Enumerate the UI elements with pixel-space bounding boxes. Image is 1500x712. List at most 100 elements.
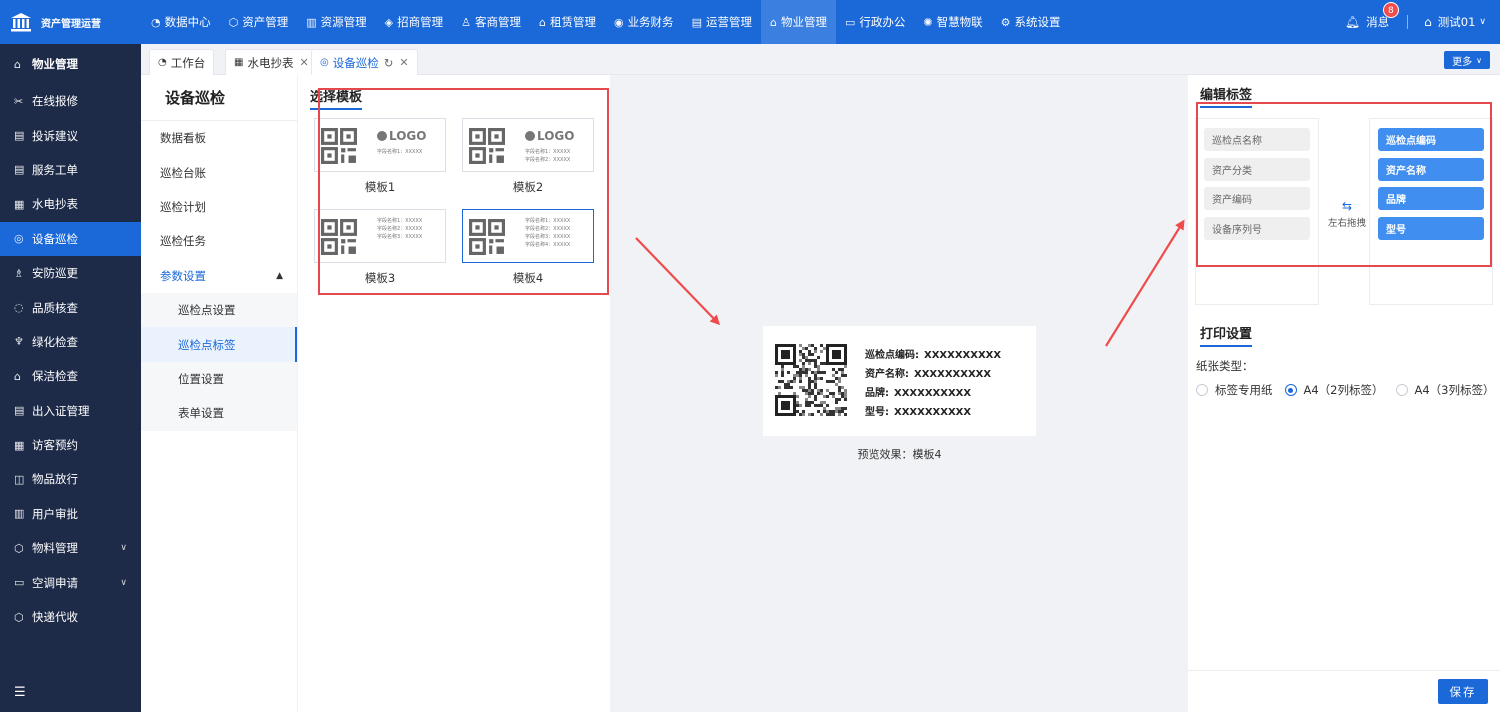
radio-button[interactable] [1395, 384, 1408, 396]
submenu-group[interactable]: 参数设置 ▲ [141, 259, 297, 293]
sidebar-item-icon: ▥ [14, 507, 25, 521]
drag-hint: ⇆ 左右拖拽 [1325, 199, 1369, 229]
radio-button[interactable] [1284, 384, 1297, 396]
messages-button[interactable]: 🔔︎ 消息 8 [1345, 2, 1399, 30]
more-tabs-button[interactable]: 更多 ∨ [1444, 51, 1490, 69]
selected-tag[interactable]: 型号 [1378, 217, 1484, 241]
topnav-item-label: 业务财务 [627, 15, 674, 29]
bank-icon: ⌂ [1424, 15, 1432, 29]
sidebar-item-10[interactable]: ▦ 访客预约 [0, 428, 141, 462]
sidebar-title[interactable]: ⌂ 物业管理 [0, 44, 141, 84]
sidebar-item-4[interactable]: ◎ 设备巡检 [0, 221, 141, 256]
topnav-item-7[interactable]: ▤ 运营管理 [683, 0, 761, 44]
edit-tags-title: 编辑标签 [1200, 84, 1253, 108]
available-tag[interactable]: 设备序列号 [1204, 217, 1310, 241]
submenu-subitem-0[interactable]: 巡检点设置 [141, 292, 297, 328]
refresh-icon[interactable]: ↻ [384, 56, 394, 70]
paper-option-0[interactable]: 标签专用纸 [1196, 382, 1273, 398]
qr-code-icon [469, 219, 505, 255]
template-card-1[interactable]: LOGO 字段名称1：XXXXX [314, 118, 446, 172]
preview-field-row: 资产名称: XXXXXXXXXX [865, 365, 1001, 384]
submenu-item-0[interactable]: 数据看板 [141, 121, 297, 155]
template-field-line: 字段名称4：XXXXX [525, 242, 571, 248]
submenu-subitem-3[interactable]: 表单设置 [141, 396, 297, 431]
logo-icon [377, 131, 387, 141]
submenu-item-3[interactable]: 巡检任务 [141, 224, 297, 258]
close-icon[interactable]: ✕ [399, 56, 408, 69]
topnav-item-10[interactable]: ✺ 智慧物联 [914, 0, 991, 44]
secondary-menu-title: 设备巡检 [141, 75, 297, 121]
submenu-item-2[interactable]: 巡检计划 [141, 190, 297, 224]
sidebar-item-13[interactable]: ⬡ 物料管理 ∨ [0, 531, 141, 565]
sidebar-item-9[interactable]: ▤ 出入证管理 [0, 394, 141, 428]
home-icon: ⌂ [14, 57, 21, 71]
preview-field-key: 品牌: [865, 388, 889, 399]
sidebar-item-6[interactable]: ◌ 品质核查 [0, 290, 141, 324]
topnav-item-1[interactable]: ⬡ 资产管理 [220, 0, 298, 44]
template-label-3: 模板3 [364, 271, 396, 285]
sidebar-item-1[interactable]: ▤ 投诉建议 [0, 118, 141, 152]
topnav-item-8[interactable]: ⌂ 物业管理 [760, 0, 836, 44]
sidebar-item-5[interactable]: ♗ 安防巡更 [0, 256, 141, 290]
brand[interactable]: 资产管理运营 [0, 0, 141, 44]
selected-tag[interactable]: 巡检点编码 [1378, 128, 1484, 151]
available-tag[interactable]: 资产编码 [1204, 187, 1310, 211]
paper-option-label: 标签专用纸 [1215, 383, 1273, 397]
logo-icon [525, 131, 535, 141]
tab-icon: ◎ [320, 57, 329, 68]
selected-tag[interactable]: 资产名称 [1378, 157, 1484, 181]
available-tag[interactable]: 巡检点名称 [1204, 128, 1310, 151]
chevron-down-icon: ∨ [1479, 17, 1486, 27]
close-icon[interactable]: ✕ [299, 56, 308, 69]
chart-icon: ▤ [691, 15, 702, 29]
topnav-item-0[interactable]: ◔ 数据中心 [142, 0, 220, 44]
submenu-item-1[interactable]: 巡检台账 [141, 155, 297, 189]
paper-option-label: A4（3列标签） [1414, 383, 1495, 397]
topnav-item-11[interactable]: ⚙ 系统设置 [992, 0, 1070, 44]
topnav-item-6[interactable]: ◉ 业务财务 [605, 0, 683, 44]
submenu-subitem-1[interactable]: 巡检点标签 [141, 327, 297, 363]
sidebar-item-0[interactable]: ✂ 在线报修 [0, 84, 141, 118]
topnav-item-4[interactable]: ♙ 客商管理 [452, 0, 530, 44]
available-tag[interactable]: 资产分类 [1204, 157, 1310, 181]
topnav-item-5[interactable]: ⌂ 租赁管理 [530, 0, 605, 44]
paper-option-1[interactable]: A4（2列标签） [1284, 382, 1384, 398]
paper-type-options: 标签专用纸 A4（2列标签） A4（3列标签） [1196, 382, 1500, 398]
collapse-menu-icon[interactable]: ☰ [14, 685, 26, 700]
sidebar-items: ✂ 在线报修 ▤ 投诉建议 ▤ 服务工单 ▦ 水电抄表 ◎ 设备巡检 ♗ 安防巡更 ◌ 品质核查 ♆ 绿化检查… [0, 84, 141, 634]
sidebar-item-14[interactable]: ▭ 空调申请 ∨ [0, 565, 141, 599]
tab-0[interactable]: ◔ 工作台 [149, 49, 215, 75]
topnav-item-2[interactable]: ▥ 资源管理 [297, 0, 375, 44]
save-button[interactable]: 保存 [1438, 679, 1488, 704]
preview-area: 巡检点编码: XXXXXXXXXX 资产名称: XXXXXXXXXX 品牌: XXXXXX… [611, 75, 1187, 712]
template-card-3[interactable]: 字段名称1：XXXXX 字段名称2：XXXXX 字段名称3：XXXXX [314, 209, 446, 263]
iot-icon: ✺ [923, 15, 933, 29]
tab-1[interactable]: ▦ 水电抄表 ✕ [225, 49, 318, 75]
sidebar-item-8[interactable]: ⌂ 保洁检查 [0, 359, 141, 393]
chevron-down-icon: ∨ [120, 577, 127, 588]
sidebar-item-2[interactable]: ▤ 服务工单 [0, 153, 141, 187]
tab-2[interactable]: ◎ 设备巡检 ↻ ✕ [311, 49, 418, 75]
qr-code-icon [469, 128, 505, 164]
sidebar-item-11[interactable]: ◫ 物品放行 [0, 462, 141, 496]
sidebar-item-3[interactable]: ▦ 水电抄表 [0, 187, 141, 221]
preview-field-value: XXXXXXXXXX [894, 407, 972, 418]
preview-fields: 巡检点编码: XXXXXXXXXX 资产名称: XXXXXXXXXX 品牌: XXXXXX… [865, 346, 1001, 422]
radio-button[interactable] [1196, 384, 1208, 396]
submenu-subitem-2[interactable]: 位置设置 [141, 361, 297, 397]
topnav-item-3[interactable]: ◈ 招商管理 [376, 0, 452, 44]
template-card-4[interactable]: 字段名称1：XXXXX 字段名称2：XXXXX 字段名称3：XXXXX 字段名称4：X… [462, 209, 594, 263]
topnav-item-9[interactable]: ▭ 行政办公 [836, 0, 914, 44]
selected-tag[interactable]: 品牌 [1378, 187, 1484, 211]
home-icon: ⌂ [769, 15, 777, 29]
available-tags: 巡检点名称资产分类资产编码设备序列号 [1195, 118, 1319, 305]
template-card-2[interactable]: LOGO 字段名称1：XXXXX 字段名称2：XXXXX [462, 118, 594, 172]
sidebar-item-label: 服务工单 [32, 162, 78, 177]
paper-option-2[interactable]: A4（3列标签） [1395, 382, 1495, 398]
sidebar-item-15[interactable]: ⬡ 快递代收 [0, 600, 141, 634]
user-menu[interactable]: ⌂ 测试01 ∨ [1424, 14, 1486, 30]
sidebar-item-12[interactable]: ▥ 用户审批 [0, 497, 141, 531]
tab-icon: ▦ [234, 57, 244, 68]
sidebar-item-7[interactable]: ♆ 绿化检查 [0, 325, 141, 359]
cube-icon: ⬡ [228, 15, 239, 29]
